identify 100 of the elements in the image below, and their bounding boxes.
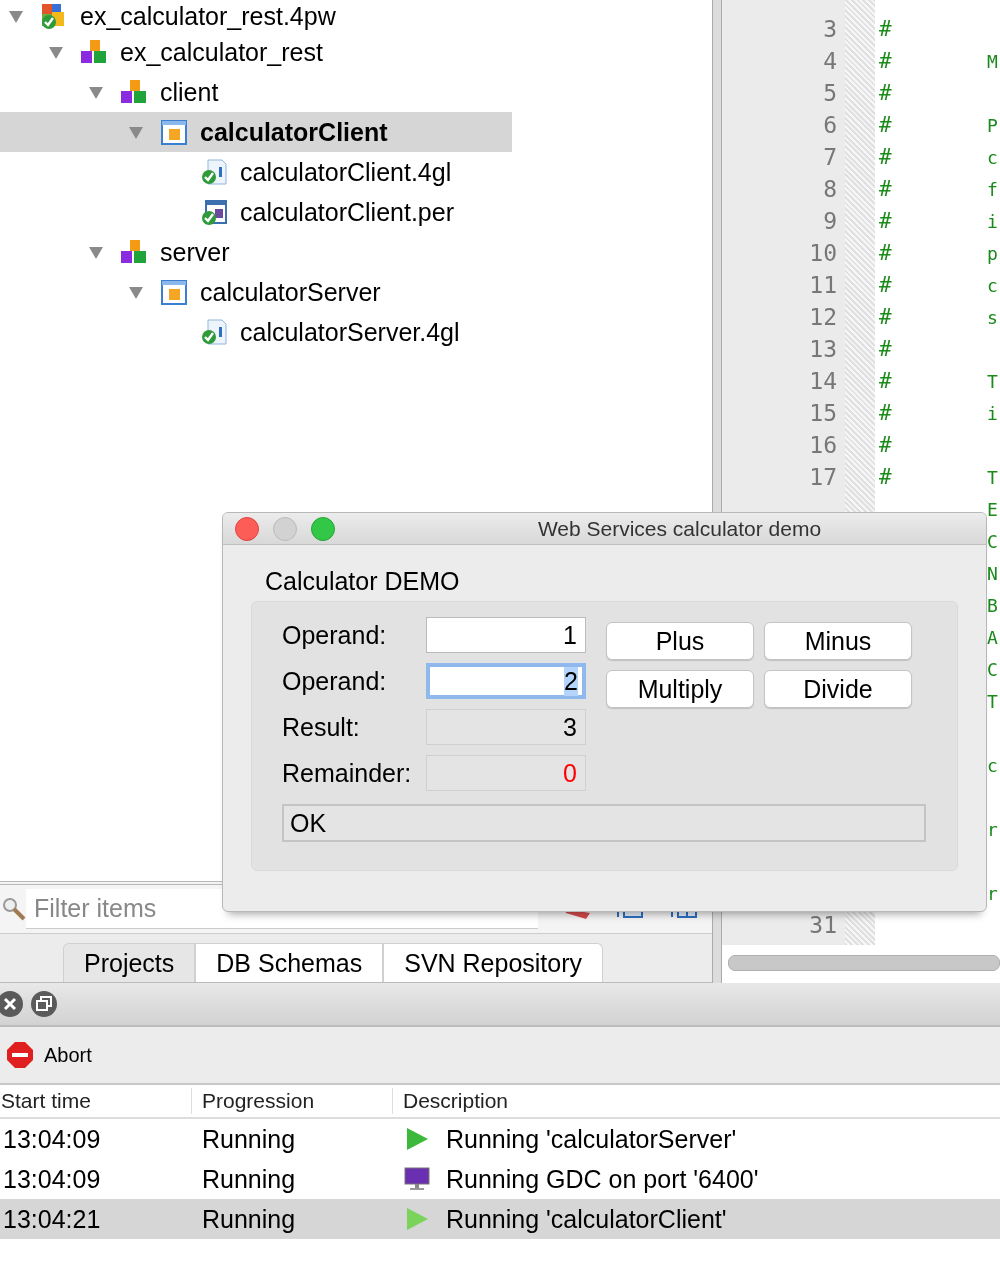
field-label: Operand: <box>282 620 388 650</box>
comment-mark: # <box>879 273 892 297</box>
line-number: 17 <box>809 464 837 490</box>
comment-mark: # <box>879 145 892 169</box>
line-number: 13 <box>809 336 837 362</box>
operation-button[interactable]: Plus <box>606 622 754 660</box>
expand-triangle-icon[interactable] <box>88 244 104 260</box>
column-header[interactable]: Description <box>393 1088 509 1114</box>
code-text: c <box>987 274 998 296</box>
code-text: C <box>987 658 998 680</box>
table-cell-text: 13:04:09 <box>2 1124 102 1154</box>
code-text: T <box>987 370 998 392</box>
display-field: 3 <box>426 709 586 745</box>
code-text: i <box>987 210 998 232</box>
code-text: s <box>987 306 998 328</box>
close-window-button[interactable] <box>235 516 259 541</box>
line-number: 11 <box>809 272 837 298</box>
operation-button[interactable]: Minus <box>764 622 912 660</box>
code-text: p <box>987 242 998 264</box>
code-text: E <box>987 498 998 520</box>
line-number: 10 <box>809 240 837 266</box>
column-header[interactable]: Start time <box>0 1088 192 1114</box>
tree-item[interactable]: calculatorClient.per <box>0 192 512 232</box>
comment-mark: # <box>879 369 892 393</box>
comment-mark: # <box>879 177 892 201</box>
table-cell-text: 13:04:21 <box>2 1204 102 1234</box>
horizontal-scrollbar[interactable] <box>728 955 1000 971</box>
code-text: f <box>987 178 998 200</box>
restore-icon[interactable] <box>30 990 58 1018</box>
comment-mark: # <box>879 337 892 361</box>
tree-item-label: calculatorServer <box>200 277 381 307</box>
line-number: 7 <box>823 144 837 170</box>
input-field[interactable]: 1 <box>426 617 586 653</box>
line-number: 14 <box>809 368 837 394</box>
play-icon <box>404 1206 430 1232</box>
line-number: 8 <box>823 176 837 202</box>
package-icon <box>160 278 188 306</box>
abort-button[interactable]: Abort <box>0 1037 98 1073</box>
table-cell: Running GDC on port '6400' <box>446 1164 759 1194</box>
table-cell: Running 'calculatorServer' <box>446 1124 737 1154</box>
tree-item-label: server <box>160 237 230 267</box>
source-file-icon <box>200 318 228 346</box>
line-number: 3 <box>823 16 837 42</box>
table-cell-text: 13:04:09 <box>2 1164 102 1194</box>
column-header[interactable]: Progression <box>192 1088 393 1114</box>
code-text: c <box>987 146 998 168</box>
job-row[interactable]: 13:04:09 Running Running GDC on port '6400' <box>0 1159 1000 1199</box>
tree-item-label: ex_calculator_rest.4pw <box>80 1 336 31</box>
tree-item[interactable]: calculatorClient.4gl <box>0 152 512 192</box>
close-icon[interactable] <box>0 990 24 1018</box>
expand-triangle-icon[interactable] <box>8 8 24 24</box>
play-icon <box>404 1126 430 1152</box>
zoom-window-button[interactable] <box>311 516 335 541</box>
code-text: T <box>987 690 998 712</box>
code-text: P <box>987 114 998 136</box>
comment-mark: # <box>879 81 892 105</box>
expand-triangle-icon[interactable] <box>88 84 104 100</box>
line-number: 16 <box>809 432 837 458</box>
tree-item-label: calculatorServer.4gl <box>240 317 460 347</box>
table-cell-text: Running <box>201 1164 297 1194</box>
code-text: B <box>987 594 998 616</box>
package-icon <box>160 118 188 146</box>
window-title: Web Services calculator demo <box>536 516 823 541</box>
tree-item[interactable]: ex_calculator_rest.4pw <box>0 0 512 32</box>
table-cell-text: Running <box>201 1204 297 1234</box>
tree-item-label: client <box>160 77 219 107</box>
blocks-icon <box>120 78 148 106</box>
code-text: N <box>987 562 998 584</box>
code-text: c <box>987 754 998 776</box>
field-label: Result: <box>282 712 361 742</box>
line-number: 6 <box>823 112 837 138</box>
code-text: T <box>987 466 998 488</box>
code-text: i <box>987 402 998 424</box>
source-file-icon <box>200 158 228 186</box>
code-text: C <box>987 530 998 552</box>
tree-item[interactable]: calculatorServer.4gl <box>0 312 512 352</box>
expand-triangle-icon[interactable] <box>48 44 64 60</box>
line-number: 9 <box>823 208 837 234</box>
tree-item[interactable]: client <box>0 72 512 112</box>
expand-triangle-icon[interactable] <box>128 284 144 300</box>
comment-mark: # <box>879 209 892 233</box>
job-row[interactable]: 13:04:21 Running Running 'calculatorClient' <box>0 1199 1000 1239</box>
panel-tab[interactable]: DB Schemas <box>195 943 384 982</box>
job-row[interactable]: 13:04:09 Running Running 'calculatorServer' <box>0 1119 1000 1159</box>
panel-tab[interactable]: SVN Repository <box>383 943 604 982</box>
code-text: r <box>987 818 998 840</box>
panel-tab[interactable]: Projects <box>63 943 196 982</box>
operation-button[interactable]: Multiply <box>606 670 754 708</box>
tree-item[interactable]: server <box>0 232 512 272</box>
tree-item-label: calculatorClient <box>200 117 388 147</box>
comment-mark: # <box>879 305 892 329</box>
comment-mark: # <box>879 465 892 489</box>
line-number: 5 <box>823 80 837 106</box>
operation-button[interactable]: Divide <box>764 670 912 708</box>
input-field[interactable]: 2 <box>426 663 586 699</box>
tree-item[interactable]: calculatorClient <box>0 112 512 152</box>
form-file-icon <box>200 198 228 226</box>
tree-item[interactable]: calculatorServer <box>0 272 512 312</box>
expand-triangle-icon[interactable] <box>128 124 144 140</box>
tree-item[interactable]: ex_calculator_rest <box>0 32 512 72</box>
